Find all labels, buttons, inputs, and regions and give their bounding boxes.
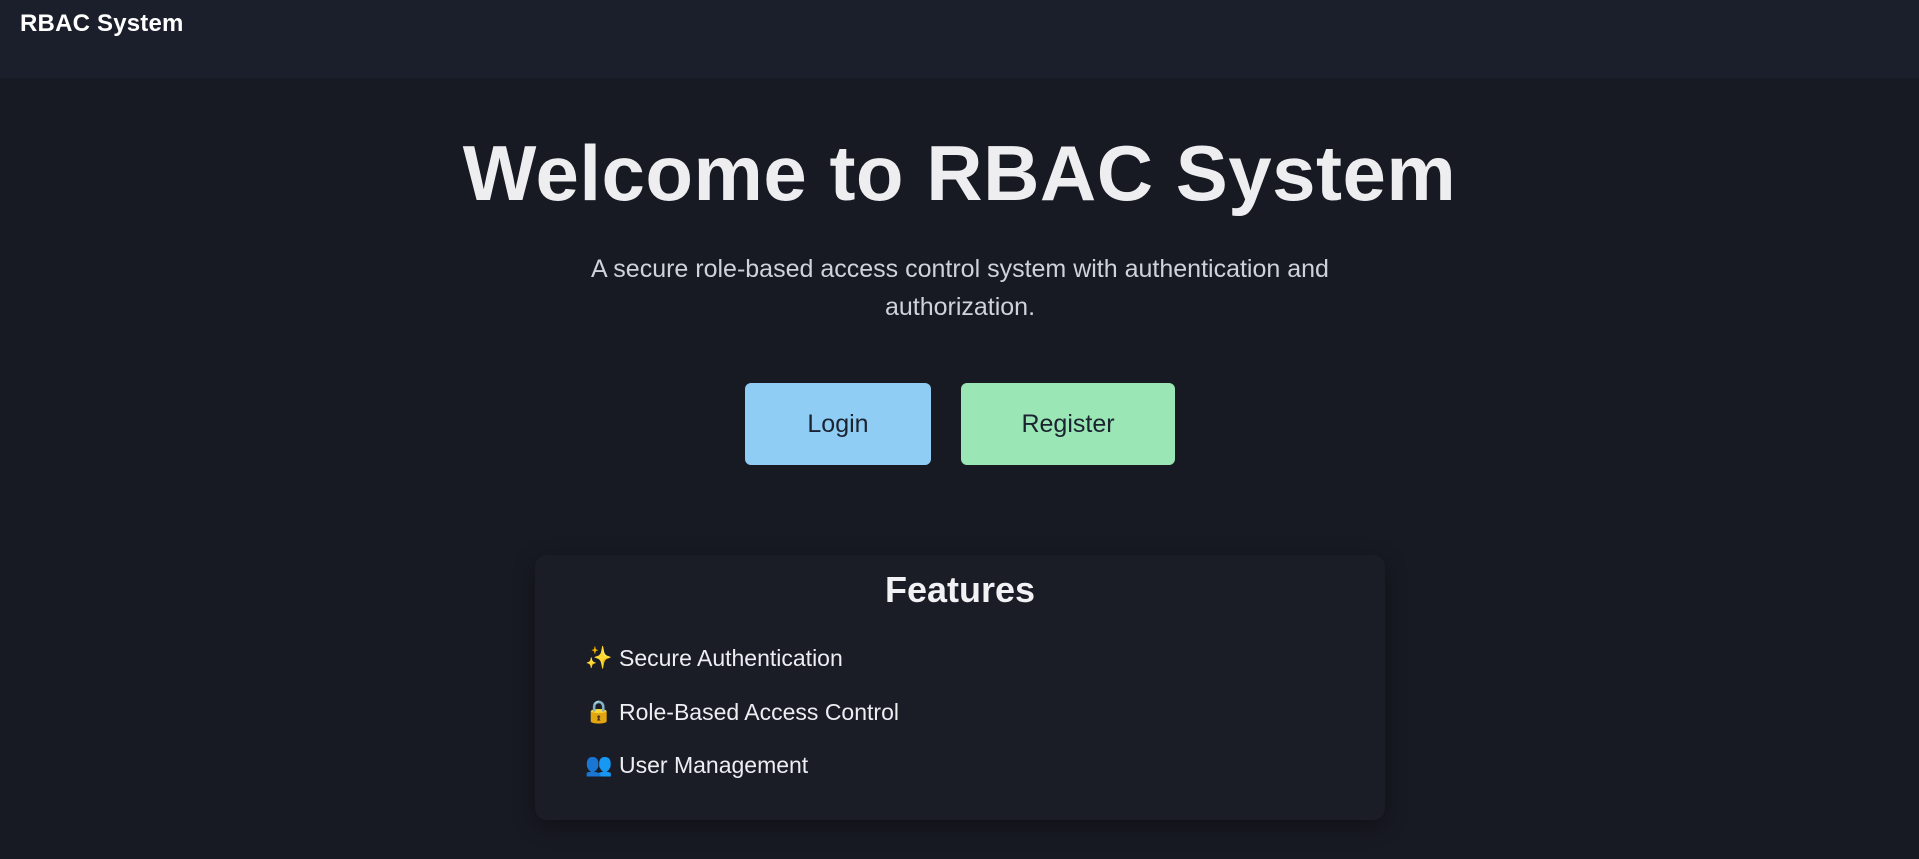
- lock-icon: 🔒: [585, 699, 613, 724]
- users-icon: 👥: [585, 752, 613, 777]
- feature-item-user-management: 👥 User Management: [585, 748, 808, 782]
- feature-item-role-based-access-control: 🔒 Role-Based Access Control: [585, 695, 899, 729]
- feature-label: Role-Based Access Control: [619, 698, 899, 725]
- hero-subtitle: A secure role-based access control syste…: [591, 255, 1329, 321]
- brand-logo-link[interactable]: RBAC System: [20, 10, 184, 38]
- features-card: Features ✨ Secure Authentication 🔒 Role-…: [535, 555, 1385, 820]
- page-title: Welcome to RBAC System: [462, 129, 1457, 217]
- features-title: Features: [884, 569, 1036, 610]
- login-button[interactable]: Login: [745, 383, 931, 465]
- feature-label: Secure Authentication: [619, 644, 843, 671]
- sparkles-icon: ✨: [585, 645, 613, 670]
- feature-label: User Management: [619, 751, 809, 778]
- feature-item-secure-authentication: ✨ Secure Authentication: [585, 641, 843, 675]
- navbar: RBAC System: [0, 0, 1919, 78]
- register-button[interactable]: Register: [961, 383, 1175, 465]
